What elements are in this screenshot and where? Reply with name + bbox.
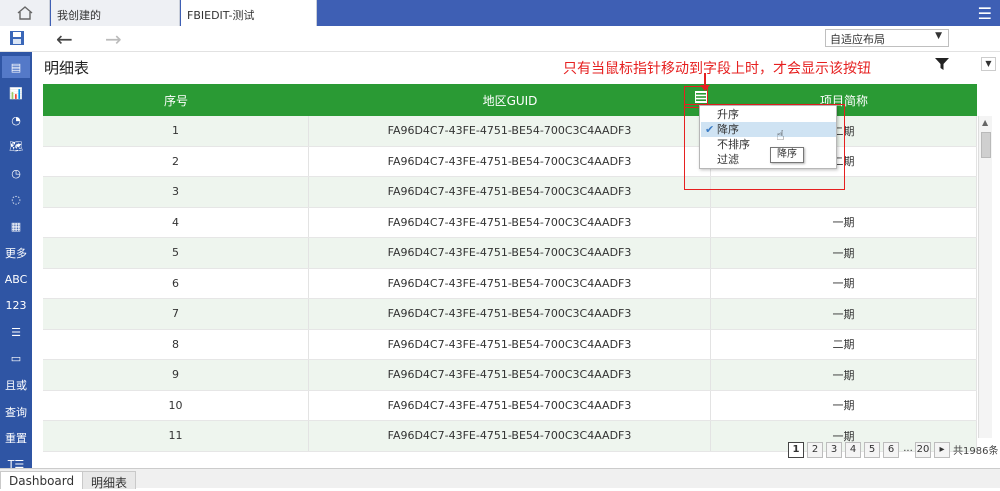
chevron-down-icon: ▼ <box>935 31 942 41</box>
cell-region-guid: FA96D4C7-43FE-4751-BE54-700C3C4AADF3 <box>309 207 711 237</box>
cell-project-abbr: 一期 <box>711 360 977 390</box>
list-icon[interactable]: ☰ <box>2 321 30 343</box>
menu-item-descending-label: 降序 <box>717 123 739 136</box>
page-button[interactable]: 6 <box>883 441 899 458</box>
more-icon[interactable]: 更多 <box>2 242 30 264</box>
check-icon: ✔ <box>705 123 715 136</box>
pagination-ellipsis: ... <box>903 442 913 454</box>
cell-region-guid: FA96D4C7-43FE-4751-BE54-700C3C4AADF3 <box>309 268 711 298</box>
back-arrow-icon[interactable]: ← <box>56 27 73 51</box>
cell-region-guid: FA96D4C7-43FE-4751-BE54-700C3C4AADF3 <box>309 390 711 420</box>
page-button-last[interactable]: 20 <box>915 441 931 458</box>
cell-index: 3 <box>43 177 309 207</box>
widget-more-button[interactable]: ▼ <box>981 57 996 71</box>
page-button[interactable]: 4 <box>845 441 861 458</box>
hand-cursor-icon: ☝ <box>776 128 785 144</box>
cell-index: 11 <box>43 421 309 451</box>
date-icon[interactable]: ▭ <box>2 348 30 370</box>
pie-chart-icon[interactable]: ◔ <box>2 109 30 131</box>
cell-index: 1 <box>43 116 309 146</box>
table-row[interactable]: 6 FA96D4C7-43FE-4751-BE54-700C3C4AADF3 一期 <box>43 268 977 299</box>
map-icon[interactable]: 🗺 <box>2 136 30 158</box>
tab-my-created[interactable]: 我创建的 <box>51 0 180 26</box>
page-button[interactable]: 5 <box>864 441 880 458</box>
table-row[interactable]: 8 FA96D4C7-43FE-4751-BE54-700C3C4AADF3 二期 <box>43 329 977 360</box>
cell-index: 9 <box>43 360 309 390</box>
tooltip: 降序 <box>770 147 804 163</box>
column-header-index[interactable]: 序号 <box>43 84 309 116</box>
menu-item-descending[interactable]: ✔ 降序 <box>701 122 836 137</box>
cell-index: 4 <box>43 207 309 237</box>
grid-table-icon[interactable]: ▦ <box>2 215 30 237</box>
cell-region-guid: FA96D4C7-43FE-4751-BE54-700C3C4AADF3 <box>309 146 711 176</box>
cell-project-abbr: 一期 <box>711 238 977 268</box>
component-sidebar: ▤ 📊 ◔ 🗺 ◷ ◌ ▦ 更多 ABC 123 ☰ ▭ 且或 查询 重置 T☰ <box>0 52 32 471</box>
hamburger-menu-icon[interactable]: ☰ <box>978 4 992 23</box>
top-tab-bar: 我创建的 FBIEDIT-测试 ☰ <box>0 0 1000 26</box>
cell-region-guid: FA96D4C7-43FE-4751-BE54-700C3C4AADF3 <box>309 177 711 207</box>
bar-chart-icon[interactable]: 📊 <box>2 83 30 105</box>
layout-select[interactable]: 自适应布局 ▼ <box>825 29 949 47</box>
bottom-tab-dashboard[interactable]: Dashboard <box>0 471 84 489</box>
cell-region-guid: FA96D4C7-43FE-4751-BE54-700C3C4AADF3 <box>309 116 711 146</box>
ring-chart-icon[interactable]: ◌ <box>2 189 30 211</box>
page-button[interactable]: 2 <box>807 441 823 458</box>
next-page-icon[interactable]: ▸ <box>934 441 950 458</box>
table-layout-icon[interactable]: ▤ <box>2 56 30 78</box>
home-button[interactable] <box>0 0 50 26</box>
cell-project-abbr: 一期 <box>711 390 977 420</box>
layout-select-value: 自适应布局 <box>830 33 885 46</box>
query-icon[interactable]: 查询 <box>2 401 30 423</box>
cell-region-guid: FA96D4C7-43FE-4751-BE54-700C3C4AADF3 <box>309 360 711 390</box>
table-row[interactable]: 7 FA96D4C7-43FE-4751-BE54-700C3C4AADF3 一期 <box>43 299 977 330</box>
table-row[interactable]: 4 FA96D4C7-43FE-4751-BE54-700C3C4AADF3 一期 <box>43 207 977 238</box>
table-row[interactable]: 9 FA96D4C7-43FE-4751-BE54-700C3C4AADF3 一期 <box>43 360 977 391</box>
and-or-icon[interactable]: 且或 <box>2 374 30 396</box>
column-menu-icon <box>696 93 706 101</box>
total-count: 共1986条 <box>953 446 999 457</box>
pagination: 1 2 3 4 5 6... 20 ▸ 共1986条 <box>788 441 998 458</box>
table-row[interactable]: 5 FA96D4C7-43FE-4751-BE54-700C3C4AADF3 一期 <box>43 238 977 269</box>
cell-project-abbr: 一期 <box>711 299 977 329</box>
cell-index: 6 <box>43 268 309 298</box>
gauge-icon[interactable]: ◷ <box>2 162 30 184</box>
save-icon[interactable] <box>9 30 25 46</box>
filter-icon[interactable] <box>934 56 950 72</box>
column-header-region-guid[interactable]: 地区GUID <box>309 84 711 116</box>
menu-item-filter[interactable]: 过滤 <box>701 152 836 167</box>
menu-item-ascending[interactable]: 升序 <box>701 107 836 122</box>
cell-index: 10 <box>43 390 309 420</box>
text-icon[interactable]: ABC <box>2 268 30 290</box>
cell-region-guid: FA96D4C7-43FE-4751-BE54-700C3C4AADF3 <box>309 329 711 359</box>
home-icon <box>17 6 32 20</box>
cell-index: 7 <box>43 299 309 329</box>
tab-fbiedit-test[interactable]: FBIEDIT-测试 <box>181 0 317 26</box>
cell-index: 8 <box>43 329 309 359</box>
cell-project-abbr: 一期 <box>711 268 977 298</box>
column-menu-button[interactable] <box>695 91 707 103</box>
page-button[interactable]: 3 <box>826 441 842 458</box>
annotation-text: 只有当鼠标指针移动到字段上时，才会显示该按钮 <box>563 61 871 77</box>
page-button[interactable]: 1 <box>788 441 804 458</box>
menu-item-no-sort[interactable]: 不排序 <box>701 137 836 152</box>
cell-region-guid: FA96D4C7-43FE-4751-BE54-700C3C4AADF3 <box>309 238 711 268</box>
bottom-tab-bar: Dashboard 明细表 <box>0 468 1000 490</box>
toolbar: ← → 自适应布局 ▼ <box>0 26 1000 52</box>
sort-menu: 升序 ✔ 降序 不排序 过滤 <box>699 105 837 169</box>
bottom-tab-detail[interactable]: 明细表 <box>82 471 137 490</box>
cell-project-abbr: 二期 <box>711 329 977 359</box>
cell-project-abbr: 一期 <box>711 207 977 237</box>
cell-region-guid: FA96D4C7-43FE-4751-BE54-700C3C4AADF3 <box>309 299 711 329</box>
cell-region-guid: FA96D4C7-43FE-4751-BE54-700C3C4AADF3 <box>309 421 711 451</box>
cell-index: 5 <box>43 238 309 268</box>
scroll-up-icon[interactable]: ▲ <box>982 118 988 127</box>
reset-icon[interactable]: 重置 <box>2 427 30 449</box>
vertical-scrollbar[interactable]: ▲ <box>978 116 992 438</box>
number-icon[interactable]: 123 <box>2 295 30 317</box>
table-row[interactable]: 10 FA96D4C7-43FE-4751-BE54-700C3C4AADF3 一期 <box>43 390 977 421</box>
cell-index: 2 <box>43 146 309 176</box>
widget-title: 明细表 <box>44 59 90 77</box>
forward-arrow-icon[interactable]: → <box>105 27 122 51</box>
scroll-thumb[interactable] <box>981 132 991 158</box>
